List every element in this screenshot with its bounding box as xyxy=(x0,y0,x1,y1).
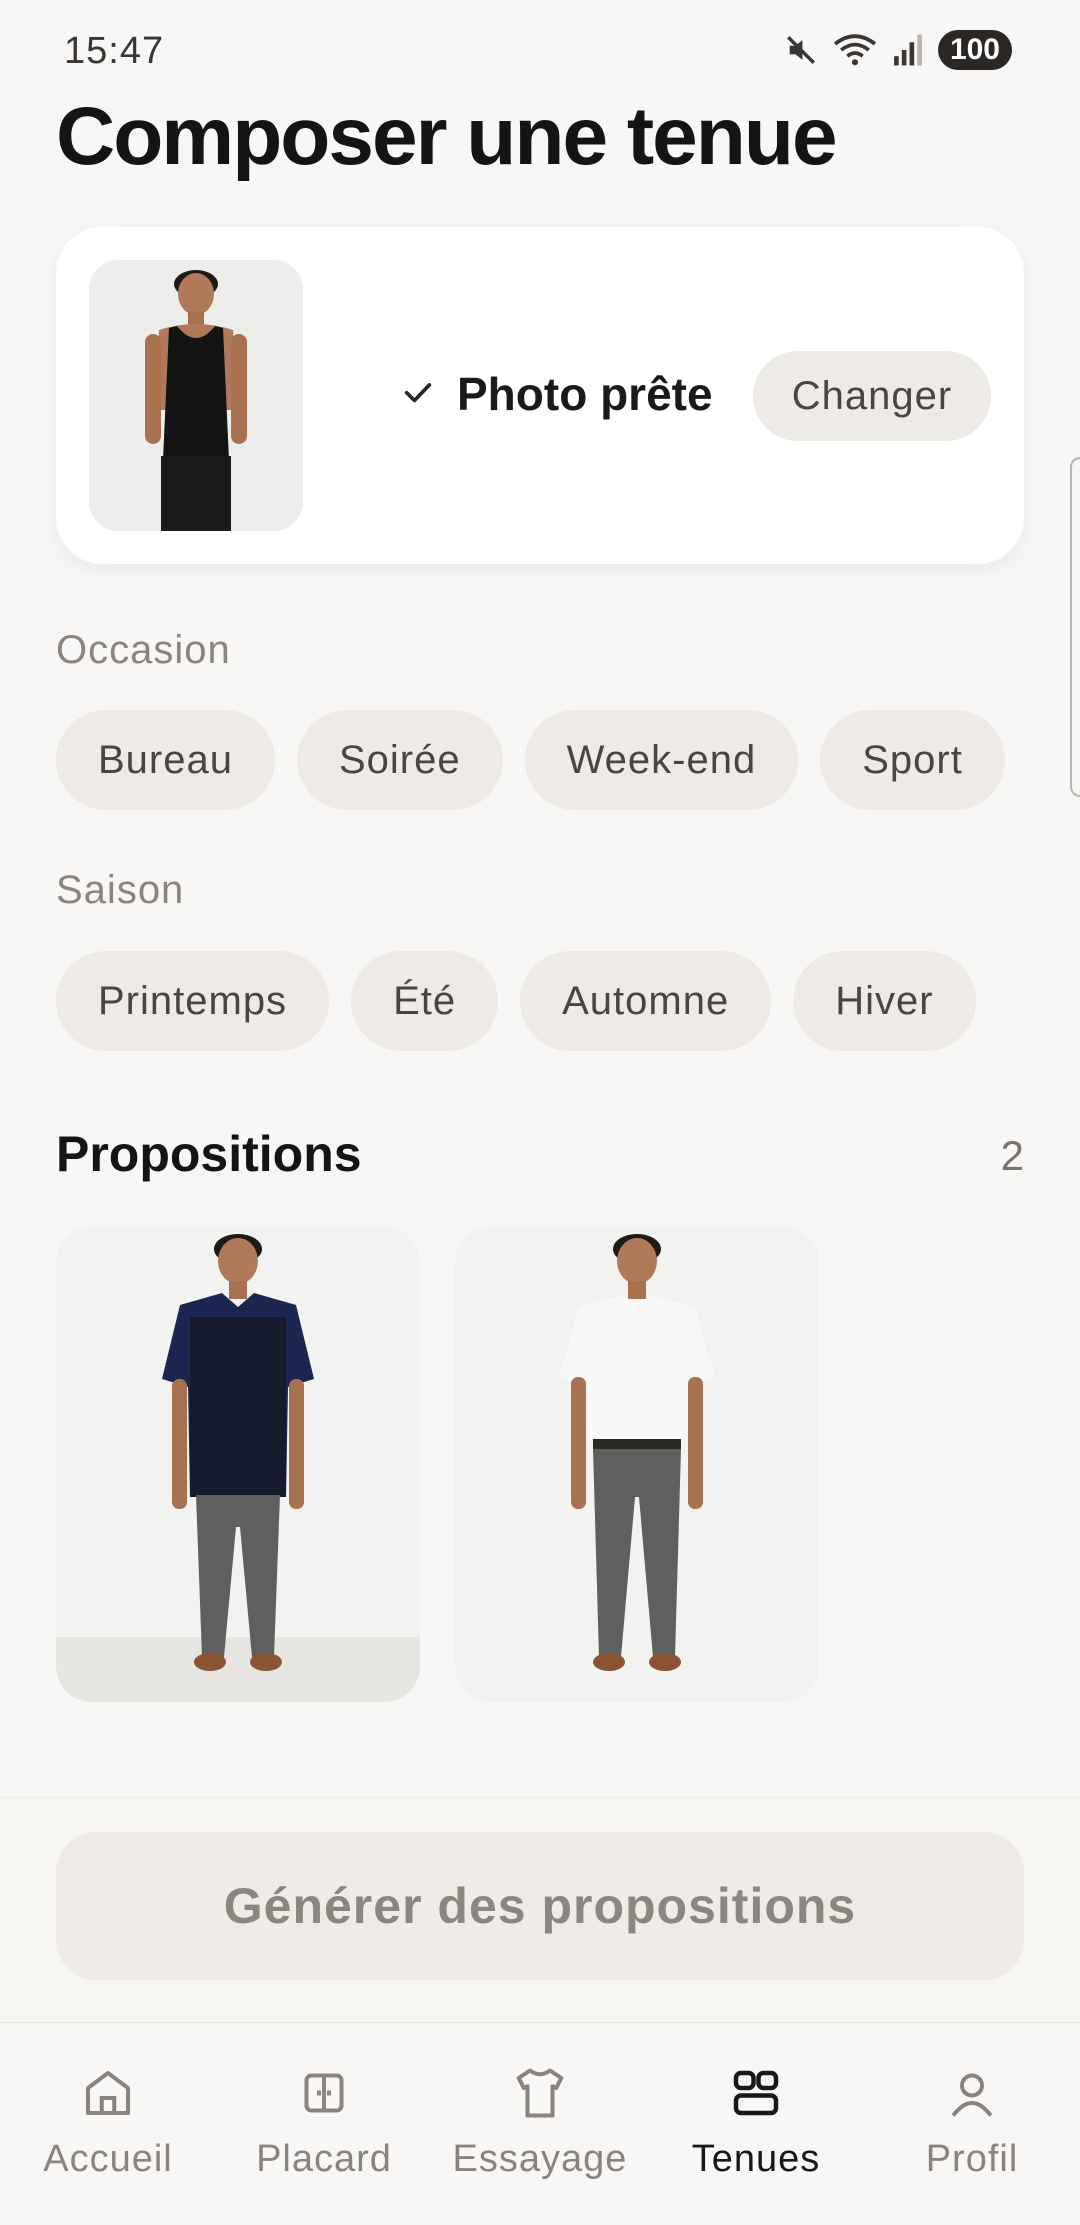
nav-item-profil[interactable]: Profil xyxy=(864,2063,1080,2181)
user-photo[interactable] xyxy=(89,260,303,531)
mute-icon xyxy=(784,33,818,67)
chip-hiver[interactable]: Hiver xyxy=(793,951,976,1051)
scroll-indicator[interactable] xyxy=(1070,457,1080,797)
season-label: Saison xyxy=(56,868,185,912)
nav-label: Placard xyxy=(256,2138,392,2180)
proposal-card[interactable] xyxy=(56,1227,420,1702)
home-icon xyxy=(78,2063,138,2128)
tshirt-icon xyxy=(510,2063,570,2128)
change-photo-button[interactable]: Changer xyxy=(753,351,991,441)
photo-status: Photo prête xyxy=(401,367,713,421)
chip-automne[interactable]: Automne xyxy=(520,951,772,1051)
outfits-icon xyxy=(726,2063,786,2128)
occasion-chip-row: Bureau Soirée Week-end Sport xyxy=(56,710,1024,810)
page-title: Composer une tenue xyxy=(56,91,838,182)
check-icon xyxy=(401,375,435,414)
photo-status-label: Photo prête xyxy=(457,368,713,420)
nav-label: Tenues xyxy=(691,2138,821,2180)
photo-card: Photo prête Changer xyxy=(56,227,1024,564)
nav-label: Profil xyxy=(925,2138,1019,2180)
occasion-label: Occasion xyxy=(56,628,231,672)
proposal-card[interactable] xyxy=(455,1227,819,1702)
proposals-count: 2 xyxy=(1000,1132,1024,1179)
bottom-nav: Accueil Placard Essayage Tenues Profil xyxy=(0,2022,1080,2225)
nav-label: Accueil xyxy=(43,2138,173,2180)
status-time: 15:47 xyxy=(64,30,165,72)
chip-printemps[interactable]: Printemps xyxy=(56,951,330,1051)
status-bar: 15:47 100 xyxy=(0,0,1080,100)
proposals-title: Propositions xyxy=(56,1126,362,1182)
profile-icon xyxy=(942,2063,1002,2128)
season-chip-row: Printemps Été Automne Hiver xyxy=(56,951,976,1051)
generate-button[interactable]: Générer des propositions xyxy=(56,1832,1024,1980)
signal-icon xyxy=(892,33,924,67)
nav-item-tenues[interactable]: Tenues xyxy=(648,2063,864,2181)
chip-sport[interactable]: Sport xyxy=(820,710,1005,810)
nav-item-essayage[interactable]: Essayage xyxy=(432,2063,648,2181)
status-icons: 100 xyxy=(784,30,1012,70)
battery-icon: 100 xyxy=(937,30,1012,70)
wifi-icon xyxy=(832,33,878,67)
chip-week-end[interactable]: Week-end xyxy=(524,710,799,810)
chip-ete[interactable]: Été xyxy=(351,951,499,1051)
nav-item-placard[interactable]: Placard xyxy=(216,2063,432,2181)
chip-bureau[interactable]: Bureau xyxy=(56,710,275,810)
nav-item-accueil[interactable]: Accueil xyxy=(0,2063,216,2181)
chip-soiree[interactable]: Soirée xyxy=(296,710,503,810)
wardrobe-icon xyxy=(294,2063,354,2128)
nav-label: Essayage xyxy=(452,2138,628,2180)
